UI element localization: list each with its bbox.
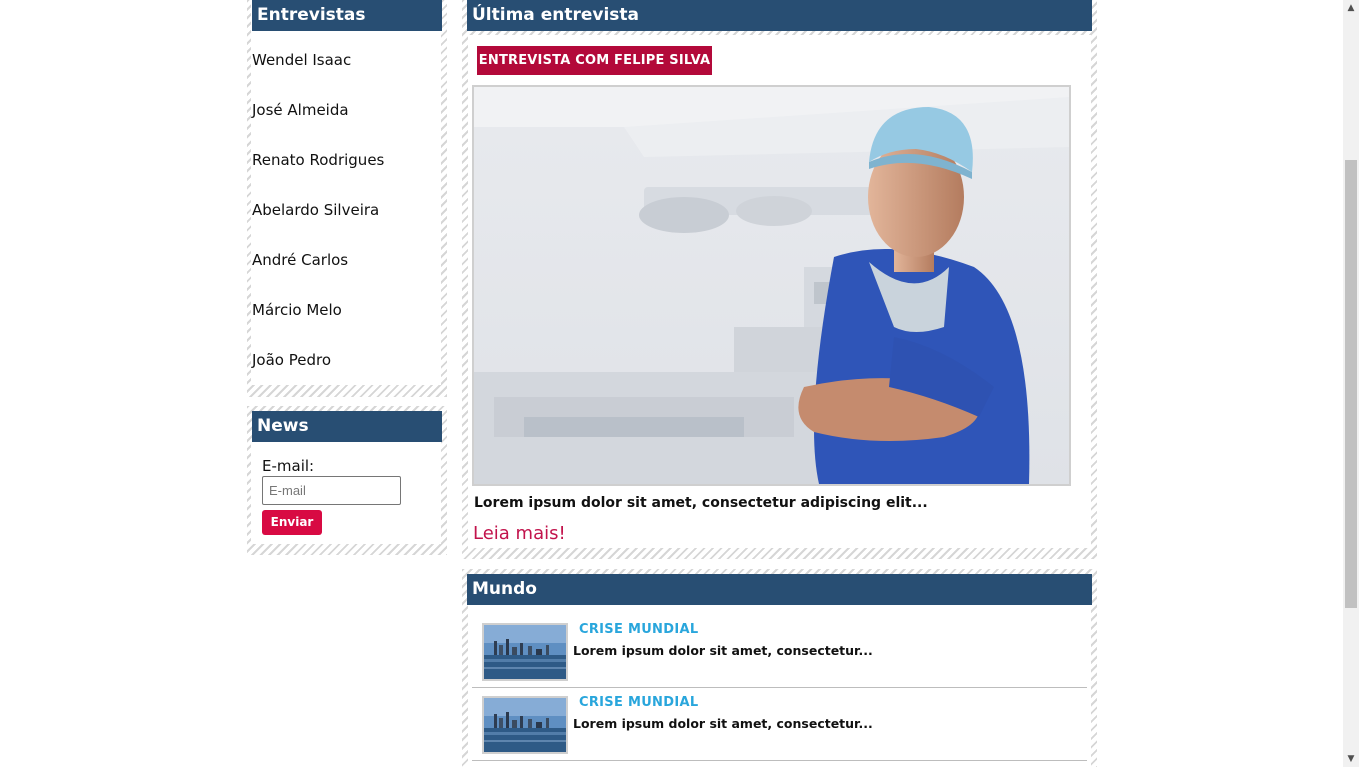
news-item[interactable]: CRISE MUNDIAL Lorem ipsum dolor sit amet… — [472, 615, 1087, 688]
scroll-down-icon[interactable]: ▼ — [1343, 751, 1359, 767]
interview-link-andre-carlos[interactable]: André Carlos — [252, 251, 348, 269]
page-scrollbar[interactable]: ▲ ▼ — [1343, 0, 1359, 767]
news-thumbnail[interactable] — [482, 623, 568, 681]
interview-link-renato-rodrigues[interactable]: Renato Rodrigues — [252, 151, 384, 169]
news-heading: News — [252, 411, 442, 442]
interview-link-jose-almeida[interactable]: José Almeida — [252, 101, 349, 119]
email-field[interactable] — [262, 476, 401, 505]
interview-badge: ENTREVISTA COM FELIPE SILVA — [477, 46, 712, 75]
interview-link-marcio-melo[interactable]: Márcio Melo — [252, 301, 342, 319]
send-button[interactable]: Enviar — [262, 510, 322, 535]
news-text: Lorem ipsum dolor sit amet, consectetur.… — [573, 716, 873, 731]
interview-excerpt: Lorem ipsum dolor sit amet, consectetur … — [474, 495, 928, 511]
news-title[interactable]: CRISE MUNDIAL — [579, 622, 698, 637]
scrollbar-thumb[interactable] — [1345, 160, 1357, 608]
email-label: E-mail: — [262, 457, 315, 475]
interview-link-wendel-isaac[interactable]: Wendel Isaac — [252, 51, 351, 69]
news-text: Lorem ipsum dolor sit amet, consectetur.… — [573, 643, 873, 658]
news-thumbnail[interactable] — [482, 696, 568, 754]
news-item[interactable]: CRISE MUNDIAL Lorem ipsum dolor sit amet… — [472, 688, 1087, 761]
scroll-up-icon[interactable]: ▲ — [1343, 0, 1359, 16]
latest-interview-heading: Última entrevista — [467, 0, 1092, 31]
entrevistas-heading: Entrevistas — [252, 0, 442, 31]
news-title[interactable]: CRISE MUNDIAL — [579, 695, 698, 710]
interview-photo — [472, 85, 1071, 486]
mundo-heading: Mundo — [467, 574, 1092, 605]
interview-link-joao-pedro[interactable]: João Pedro — [252, 351, 331, 369]
interview-link-abelardo-silveira[interactable]: Abelardo Silveira — [252, 201, 379, 219]
read-more-link[interactable]: Leia mais! — [473, 523, 566, 544]
